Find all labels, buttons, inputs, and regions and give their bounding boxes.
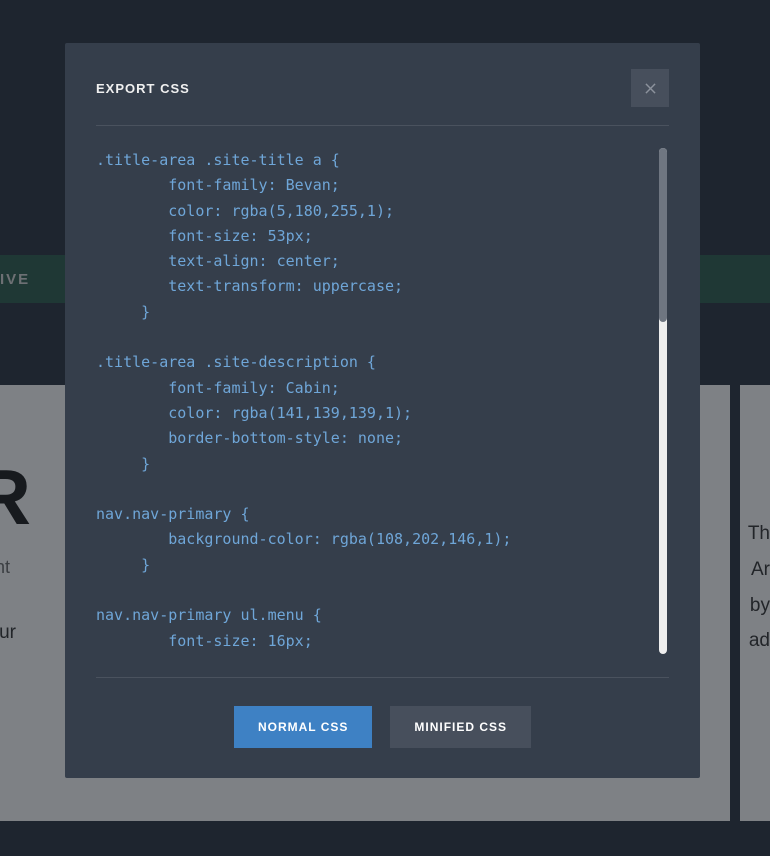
normal-css-button[interactable]: NORMAL CSS	[234, 706, 372, 748]
code-output-area[interactable]: .title-area .site-title a { font-family:…	[96, 148, 669, 665]
modal-title: EXPORT CSS	[96, 81, 190, 96]
close-icon	[645, 83, 656, 94]
scrollbar-thumb[interactable]	[659, 148, 667, 322]
minified-css-button[interactable]: MINIFIED CSS	[390, 706, 531, 748]
modal-header: EXPORT CSS	[96, 69, 669, 107]
export-css-modal: EXPORT CSS .title-area .site-title a { f…	[65, 43, 700, 778]
divider	[96, 125, 669, 126]
modal-footer: NORMAL CSS MINIFIED CSS	[96, 678, 669, 748]
close-button[interactable]	[631, 69, 669, 107]
css-code-text: .title-area .site-title a { font-family:…	[96, 148, 669, 654]
